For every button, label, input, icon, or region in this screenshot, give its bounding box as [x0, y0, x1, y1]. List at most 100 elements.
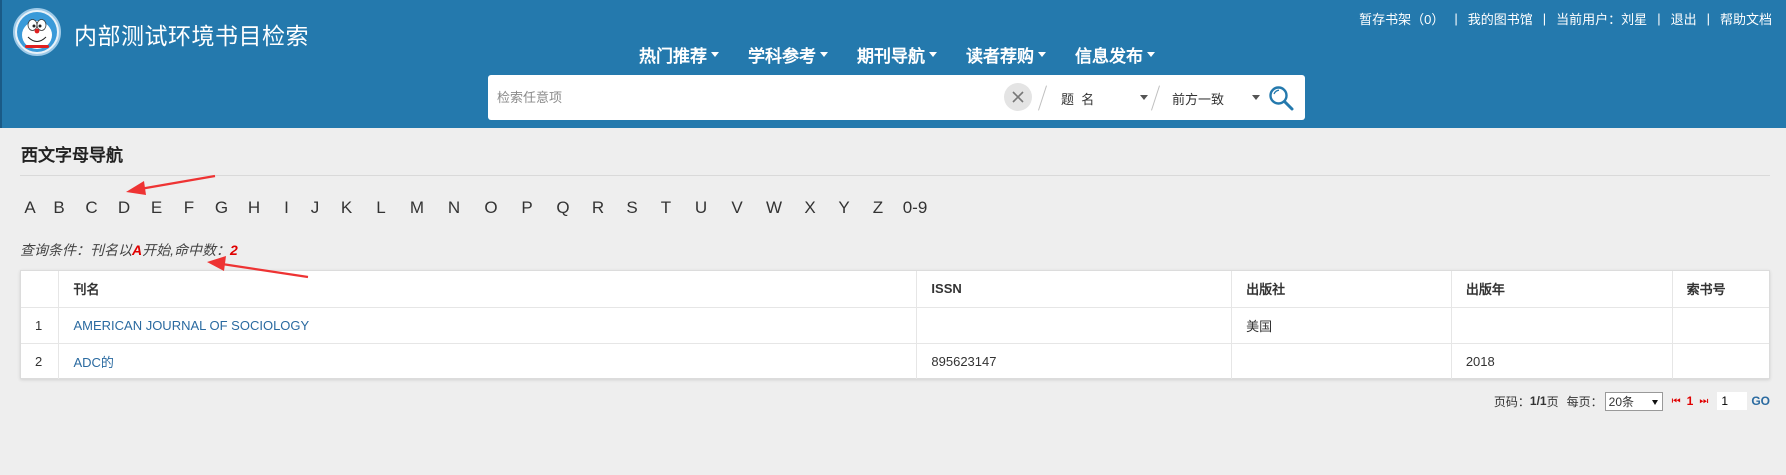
col-header-issn[interactable]: ISSN: [916, 271, 1233, 308]
separator: |: [1657, 11, 1661, 26]
query-condition: 查询条件：刊名以A开始,命中数：2: [20, 240, 238, 260]
letter-link[interactable]: U: [683, 198, 719, 218]
letter-navigation: A B C D E F G H I J K L M N O P Q R S T …: [20, 197, 935, 219]
nav-reader-recommend[interactable]: 读者荐购: [966, 42, 1046, 66]
letter-link[interactable]: C: [78, 198, 105, 218]
cell-title: ADC的: [58, 343, 918, 379]
cell-issn: [916, 307, 1233, 344]
letter-link[interactable]: K: [330, 198, 363, 218]
letter-link[interactable]: Z: [861, 198, 895, 218]
journal-title-link[interactable]: ADC的: [73, 355, 113, 370]
nav-subject-reference[interactable]: 学科参考: [748, 42, 828, 66]
col-header-title[interactable]: 刊名: [58, 271, 918, 308]
nav-label: 热门推荐: [639, 46, 707, 66]
current-page-number[interactable]: 1: [1687, 394, 1694, 408]
go-button[interactable]: GO: [1751, 394, 1770, 408]
table-header-row: 刊名 ISSN 出版社 出版年 索书号: [21, 271, 1769, 308]
letter-link[interactable]: R: [581, 198, 615, 218]
table-row: 2 ADC的 895623147 2018: [21, 343, 1769, 379]
caret-down-icon: [929, 51, 937, 57]
letter-link[interactable]: F: [170, 198, 208, 218]
letter-link[interactable]: 0-9: [895, 198, 935, 218]
site-logo-icon[interactable]: [13, 8, 61, 56]
nav-journal-navigation[interactable]: 期刊导航: [857, 42, 937, 66]
separator: |: [1706, 11, 1710, 26]
logout-link[interactable]: 退出: [1671, 9, 1697, 28]
last-page-icon[interactable]: ⏭: [1699, 396, 1708, 407]
letter-link[interactable]: G: [208, 198, 235, 218]
close-icon: [1012, 91, 1024, 103]
letter-link[interactable]: L: [363, 198, 399, 218]
letter-link[interactable]: Q: [545, 198, 581, 218]
page-label: 页码：: [1493, 394, 1530, 409]
letter-link[interactable]: S: [615, 198, 649, 218]
my-library-link[interactable]: 我的图书馆: [1468, 9, 1533, 28]
query-middle: 开始,命中数：: [142, 242, 231, 258]
top-utility-bar: 暂存书架（0） | 我的图书馆 | 当前用户：刘星 | 退出 | 帮助文档: [1359, 9, 1772, 28]
col-header-call-number[interactable]: 索书号: [1672, 271, 1769, 308]
match-mode-value: 前方一致: [1172, 91, 1225, 107]
row-index: 2: [21, 343, 60, 379]
shelf-link[interactable]: 暂存书架（0）: [1359, 9, 1444, 28]
first-page-icon[interactable]: ⏮: [1672, 396, 1681, 407]
nav-label: 学科参考: [748, 46, 816, 66]
journal-title-link[interactable]: AMERICAN JOURNAL OF SOCIOLOGY: [73, 318, 309, 333]
letter-link[interactable]: V: [719, 198, 755, 218]
caret-down-icon: [1038, 51, 1046, 57]
clear-search-button[interactable]: [1004, 83, 1032, 111]
search-button[interactable]: [1267, 84, 1295, 112]
letter-link[interactable]: W: [755, 198, 793, 218]
match-mode-select[interactable]: 前方一致: [1172, 85, 1260, 111]
letter-link[interactable]: A: [20, 198, 40, 218]
search-input[interactable]: [488, 75, 993, 120]
col-header-publisher[interactable]: 出版社: [1231, 271, 1452, 308]
search-box: 题 名 前方一致: [488, 75, 1305, 120]
nav-info-publish[interactable]: 信息发布: [1075, 42, 1155, 66]
cell-call-number: [1672, 343, 1769, 379]
nav-label: 期刊导航: [857, 46, 925, 66]
cell-issn: 895623147: [916, 343, 1233, 379]
letter-link[interactable]: Y: [827, 198, 861, 218]
divider: [1151, 85, 1160, 111]
results-table: 刊名 ISSN 出版社 出版年 索书号 1 AMERICAN JOURNAL O…: [20, 270, 1770, 379]
jump-page-input[interactable]: [1717, 392, 1748, 410]
nav-label: 信息发布: [1075, 46, 1143, 66]
letter-link[interactable]: M: [399, 198, 435, 218]
letter-link[interactable]: T: [649, 198, 683, 218]
table-row: 1 AMERICAN JOURNAL OF SOCIOLOGY 美国: [21, 307, 1769, 344]
letter-link[interactable]: I: [273, 198, 300, 218]
section-divider: [20, 175, 1770, 176]
letter-link[interactable]: E: [143, 198, 170, 218]
cell-year: [1451, 307, 1673, 344]
current-user-label: 当前用户：刘星: [1556, 12, 1648, 27]
letter-link[interactable]: X: [793, 198, 827, 218]
letter-link[interactable]: B: [40, 198, 78, 218]
nav-hot-recommend[interactable]: 热门推荐: [639, 42, 719, 66]
separator: |: [1542, 11, 1547, 26]
help-link[interactable]: 帮助文档: [1720, 9, 1772, 28]
caret-down-icon: [820, 51, 828, 57]
separator: |: [1454, 11, 1458, 26]
letter-link[interactable]: H: [235, 198, 273, 218]
col-header-year[interactable]: 出版年: [1451, 271, 1673, 308]
search-field-select[interactable]: 题 名: [1061, 85, 1148, 111]
main-nav: 热门推荐 学科参考 期刊导航 读者荐购 信息发布: [639, 42, 1184, 66]
query-prefix: 查询条件：刊名以: [20, 242, 132, 258]
letter-link[interactable]: O: [473, 198, 509, 218]
row-index: 1: [21, 307, 60, 344]
letter-link[interactable]: D: [105, 198, 143, 218]
cell-year: 2018: [1451, 343, 1673, 379]
letter-link[interactable]: J: [300, 198, 330, 218]
page-value: 1/1: [1529, 394, 1547, 408]
caret-down-icon: [1147, 51, 1155, 57]
query-letter: A: [132, 242, 143, 258]
per-page-value: 20条: [1608, 394, 1634, 409]
site-title: 内部测试环境书目检索: [74, 23, 309, 49]
chevron-down-icon: [1252, 95, 1260, 100]
per-page-select[interactable]: 20条: [1604, 391, 1663, 411]
cell-publisher: [1231, 343, 1452, 379]
letter-link[interactable]: P: [509, 198, 545, 218]
chevron-down-icon: [1140, 95, 1148, 100]
letter-link[interactable]: N: [435, 198, 473, 218]
nav-label: 读者荐购: [966, 46, 1034, 66]
